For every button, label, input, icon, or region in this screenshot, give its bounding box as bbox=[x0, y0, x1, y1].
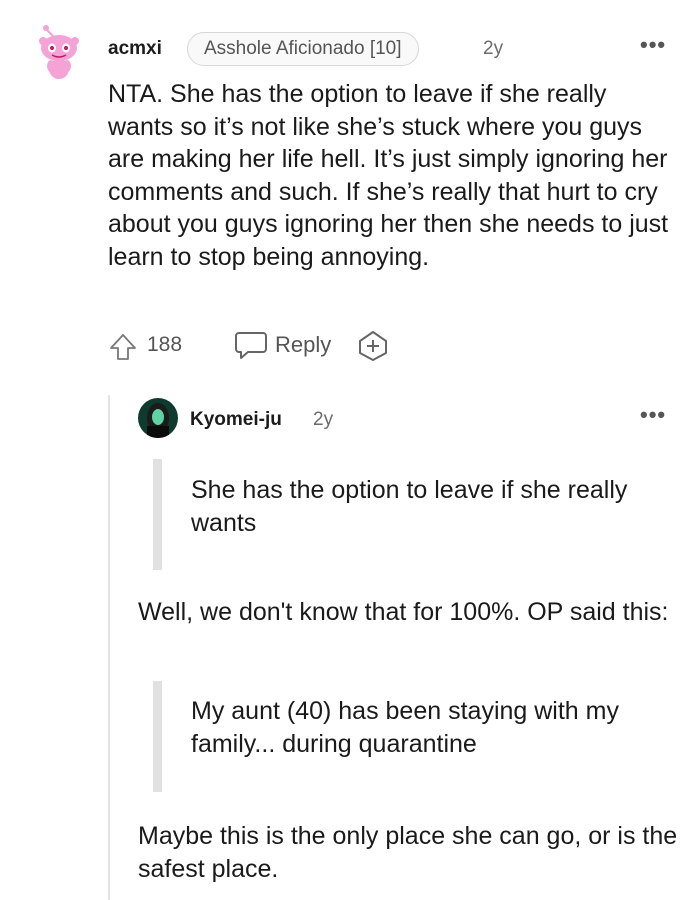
more-options-icon[interactable]: ••• bbox=[640, 402, 666, 428]
blockquote-bar bbox=[153, 459, 162, 570]
blockquote: She has the option to leave if she reall… bbox=[191, 476, 628, 537]
comment-author[interactable]: Kyomei-ju bbox=[190, 409, 282, 431]
user-flair: Asshole Aficionado [10] bbox=[187, 32, 419, 66]
upvote-arrow-icon[interactable] bbox=[108, 332, 138, 362]
comment-timestamp: 2y bbox=[483, 38, 504, 59]
vote-score: 188 bbox=[147, 333, 183, 356]
comment-body: NTA. She has the option to leave if she … bbox=[108, 80, 669, 271]
more-options-icon[interactable]: ••• bbox=[640, 32, 666, 58]
blockquote: My aunt (40) has been staying with my fa… bbox=[191, 697, 619, 758]
comment-timestamp: 2y bbox=[313, 409, 334, 430]
comment-author[interactable]: acmxi bbox=[108, 38, 162, 60]
add-award-icon[interactable] bbox=[357, 330, 389, 362]
thread-line[interactable] bbox=[108, 395, 110, 900]
blockquote-bar bbox=[153, 681, 162, 792]
user-avatar-icon[interactable] bbox=[138, 398, 178, 438]
speech-bubble-icon[interactable] bbox=[234, 330, 268, 360]
reply-paragraph: Maybe this is the only place she can go,… bbox=[138, 822, 678, 883]
reply-button[interactable]: Reply bbox=[275, 332, 331, 358]
reply-paragraph: Well, we don't know that for 100%. OP sa… bbox=[138, 598, 669, 626]
user-avatar-icon[interactable] bbox=[35, 22, 81, 80]
